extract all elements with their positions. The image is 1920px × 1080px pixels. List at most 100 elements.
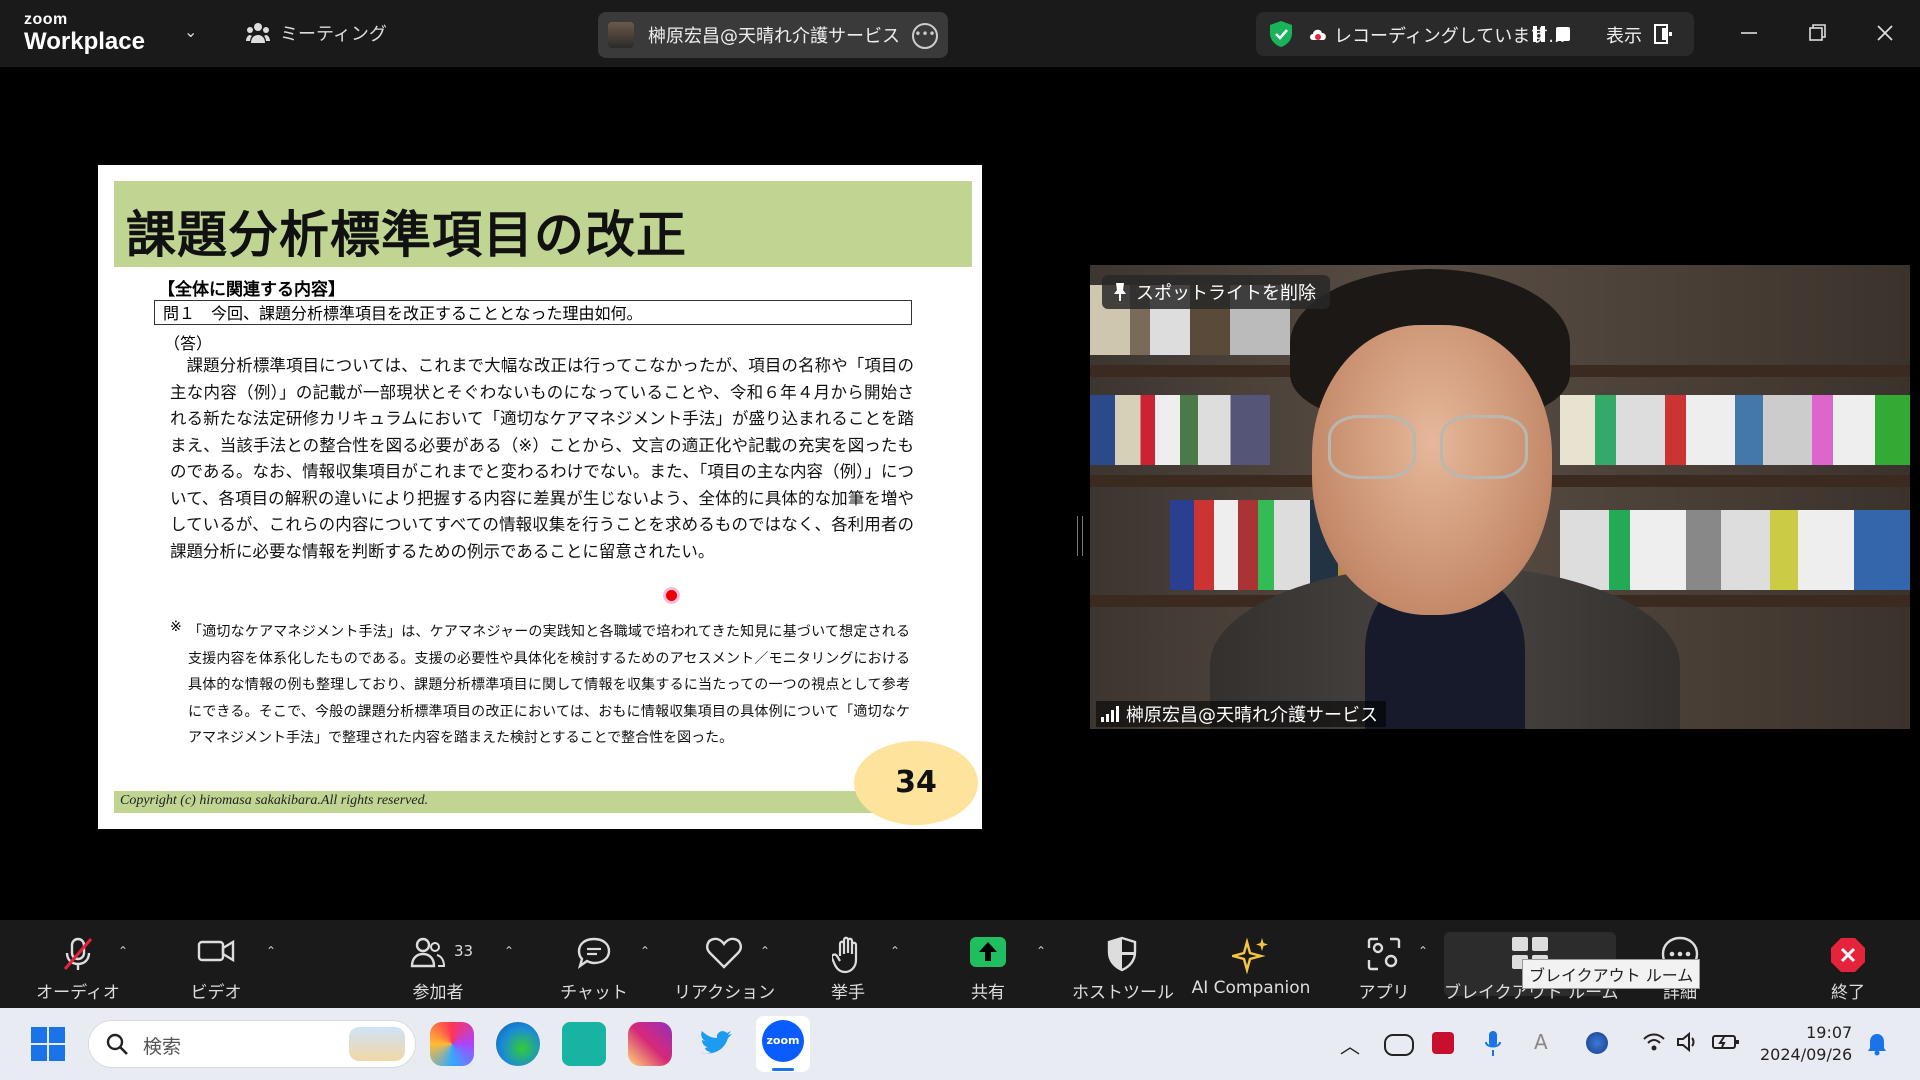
participant-name: 榊原宏昌@天晴れ介護サービス	[1126, 705, 1378, 726]
search-highlight-image	[349, 1027, 405, 1061]
ai-companion-label: AI Companion	[1191, 978, 1311, 998]
remove-spotlight-label: スポットライトを削除	[1136, 283, 1316, 304]
raise-hand-button[interactable]: 挙手	[800, 920, 896, 1008]
meeting-people-icon	[246, 23, 270, 43]
windows-start-icon[interactable]	[30, 1026, 66, 1062]
logo-zoom-text: zoom	[24, 11, 68, 28]
ime-icon[interactable]: A	[1534, 1030, 1548, 1054]
clock-time: 19:07	[1806, 1023, 1853, 1042]
apps-options-chevron-icon[interactable]: ⌃	[1418, 944, 1428, 958]
battery-icon[interactable]	[1712, 1032, 1740, 1052]
glasses-lens	[1328, 415, 1416, 479]
onedrive-icon[interactable]	[1384, 1034, 1414, 1056]
ai-companion-button[interactable]: AI Companion	[1186, 920, 1316, 1008]
clock-date: 2024/09/26	[1760, 1045, 1853, 1064]
screen-share-area[interactable]: 課題分析標準項目の改正 【全体に関連する内容】 問１ 今回、課題分析標準項目を改…	[10, 165, 1070, 829]
windows-taskbar: 検索 zoom ︿ A 19:07 2024/09/26	[0, 1008, 1920, 1080]
meeting-menu-button[interactable]: ミーティング	[246, 20, 387, 46]
participants-options-chevron-icon[interactable]: ⌃	[504, 944, 514, 958]
chat-options-chevron-icon[interactable]: ⌃	[640, 944, 650, 958]
chat-button[interactable]: チャット	[546, 920, 642, 1008]
apps-icon	[1367, 937, 1401, 971]
taskbar-search-placeholder: 検索	[143, 1036, 182, 1058]
host-tools-button[interactable]: ホストツール	[1072, 920, 1174, 1008]
twitter-bird-icon	[700, 1031, 732, 1054]
copilot-app-icon[interactable]	[430, 1022, 474, 1066]
raise-hand-options-chevron-icon[interactable]: ⌃	[890, 944, 900, 958]
close-icon[interactable]	[1870, 18, 1900, 48]
end-meeting-button[interactable]: 終了	[1800, 920, 1896, 1008]
tray-microphone-icon[interactable]	[1484, 1030, 1502, 1058]
meeting-title-pill[interactable]: 榊原宏昌@天晴れ介護サービス •••	[598, 12, 948, 58]
participants-button[interactable]: 33 参加者	[390, 920, 486, 1008]
logo-workplace-text: Workplace	[24, 28, 145, 55]
twitter-icon[interactable]	[694, 1022, 738, 1066]
host-shield-icon	[1107, 936, 1137, 972]
recording-status-text: レコーディングしています...	[1334, 26, 1566, 47]
chevron-up-icon[interactable]: ︿	[1340, 1030, 1360, 1059]
end-meeting-label: 終了	[1831, 983, 1865, 1003]
top-bar: zoom Workplace ⌄ ミーティング 榊原宏昌@天晴れ介護サービス •…	[0, 0, 1920, 67]
reactions-button[interactable]: リアクション	[674, 920, 776, 1008]
zoom-app-taskbar-button[interactable]: zoom	[756, 1016, 810, 1072]
pin-icon	[1114, 283, 1126, 301]
wifi-icon[interactable]	[1642, 1032, 1666, 1052]
breakout-tooltip: ブレイクアウト ルーム	[1522, 959, 1701, 989]
apps-label: アプリ	[1358, 983, 1410, 1003]
slide-title: 課題分析標準項目の改正	[126, 206, 687, 264]
participants-count: 33	[454, 942, 474, 960]
security-shield-icon[interactable]	[1268, 20, 1294, 48]
pause-recording-icon[interactable]	[1532, 26, 1546, 42]
tray-app-icon[interactable]	[1432, 1032, 1454, 1054]
host-tools-label: ホストツール	[1072, 983, 1174, 1003]
share-button[interactable]: 共有	[940, 920, 1036, 1008]
edge-browser-icon[interactable]	[496, 1022, 540, 1066]
book-row	[1090, 395, 1270, 465]
slide-note-text: 「適切なケアマネジメント手法」は、ケアマネジャーの実践知と各職域で培われてきた知…	[188, 624, 910, 746]
heart-icon	[706, 937, 742, 969]
view-layout-icon[interactable]	[1654, 24, 1672, 44]
slide-page-number: 34	[895, 765, 937, 800]
audio-button[interactable]: オーディオ	[30, 920, 126, 1008]
video-button[interactable]: ビデオ	[168, 920, 264, 1008]
participants-label: 参加者	[412, 983, 464, 1003]
chevron-down-icon[interactable]: ⌄	[184, 22, 197, 41]
notification-bell-icon[interactable]	[1866, 1032, 1888, 1056]
meeting-title: 榊原宏昌@天晴れ介護サービス	[648, 26, 900, 47]
instagram-icon[interactable]	[628, 1022, 672, 1066]
minimize-icon[interactable]	[1734, 18, 1764, 48]
video-label: ビデオ	[190, 983, 242, 1003]
reactions-label: リアクション	[674, 983, 776, 1003]
meeting-menu-label: ミーティング	[280, 24, 387, 45]
book-row	[1560, 510, 1910, 590]
cloud-recording-icon	[1310, 29, 1326, 40]
chat-bubble-icon	[577, 937, 611, 969]
zoom-app-icon: zoom	[762, 1020, 804, 1062]
taskbar-clock[interactable]: 19:07 2024/09/26	[1760, 1022, 1852, 1066]
signal-strength-icon	[1101, 706, 1119, 722]
view-menu-label[interactable]: 表示	[1606, 22, 1642, 48]
apps-button[interactable]: アプリ	[1336, 920, 1432, 1008]
audio-options-chevron-icon[interactable]: ⌃	[118, 944, 128, 958]
participant-name-tag: 榊原宏昌@天晴れ介護サービス	[1096, 701, 1386, 727]
app-icon-teal[interactable]	[562, 1022, 606, 1066]
slide-section-heading: 【全体に関連する内容】	[158, 280, 345, 300]
volume-icon[interactable]	[1676, 1032, 1700, 1052]
slide-answer-body: 課題分析標準項目については、これまで大幅な改正は行ってこなかったが、項目の名称や…	[170, 356, 914, 561]
split-view-handle[interactable]	[1077, 516, 1083, 556]
remove-spotlight-button[interactable]: スポットライトを削除	[1102, 275, 1330, 309]
slide-copyright: Copyright (c) hiromasa sakakibara.All ri…	[120, 793, 429, 808]
video-options-chevron-icon[interactable]: ⌃	[266, 944, 276, 958]
stop-recording-icon[interactable]	[1556, 27, 1570, 41]
reactions-options-chevron-icon[interactable]: ⌃	[760, 944, 770, 958]
presentation-slide: 課題分析標準項目の改正 【全体に関連する内容】 問１ 今回、課題分析標準項目を改…	[98, 165, 982, 829]
taskbar-search-box[interactable]: 検索	[88, 1020, 416, 1068]
participant-video-tile[interactable]: スポットライトを削除 榊原宏昌@天晴れ介護サービス	[1090, 265, 1910, 729]
slide-note-mark: ※	[170, 619, 182, 635]
active-app-indicator	[772, 1068, 794, 1071]
share-options-chevron-icon[interactable]: ⌃	[1036, 944, 1046, 958]
more-options-icon[interactable]: •••	[912, 23, 938, 49]
slide-question-box: 問１ 今回、課題分析標準項目を改正することとなった理由如何。	[154, 300, 912, 325]
tray-app-icon[interactable]	[1586, 1032, 1608, 1054]
restore-icon[interactable]	[1802, 18, 1832, 48]
